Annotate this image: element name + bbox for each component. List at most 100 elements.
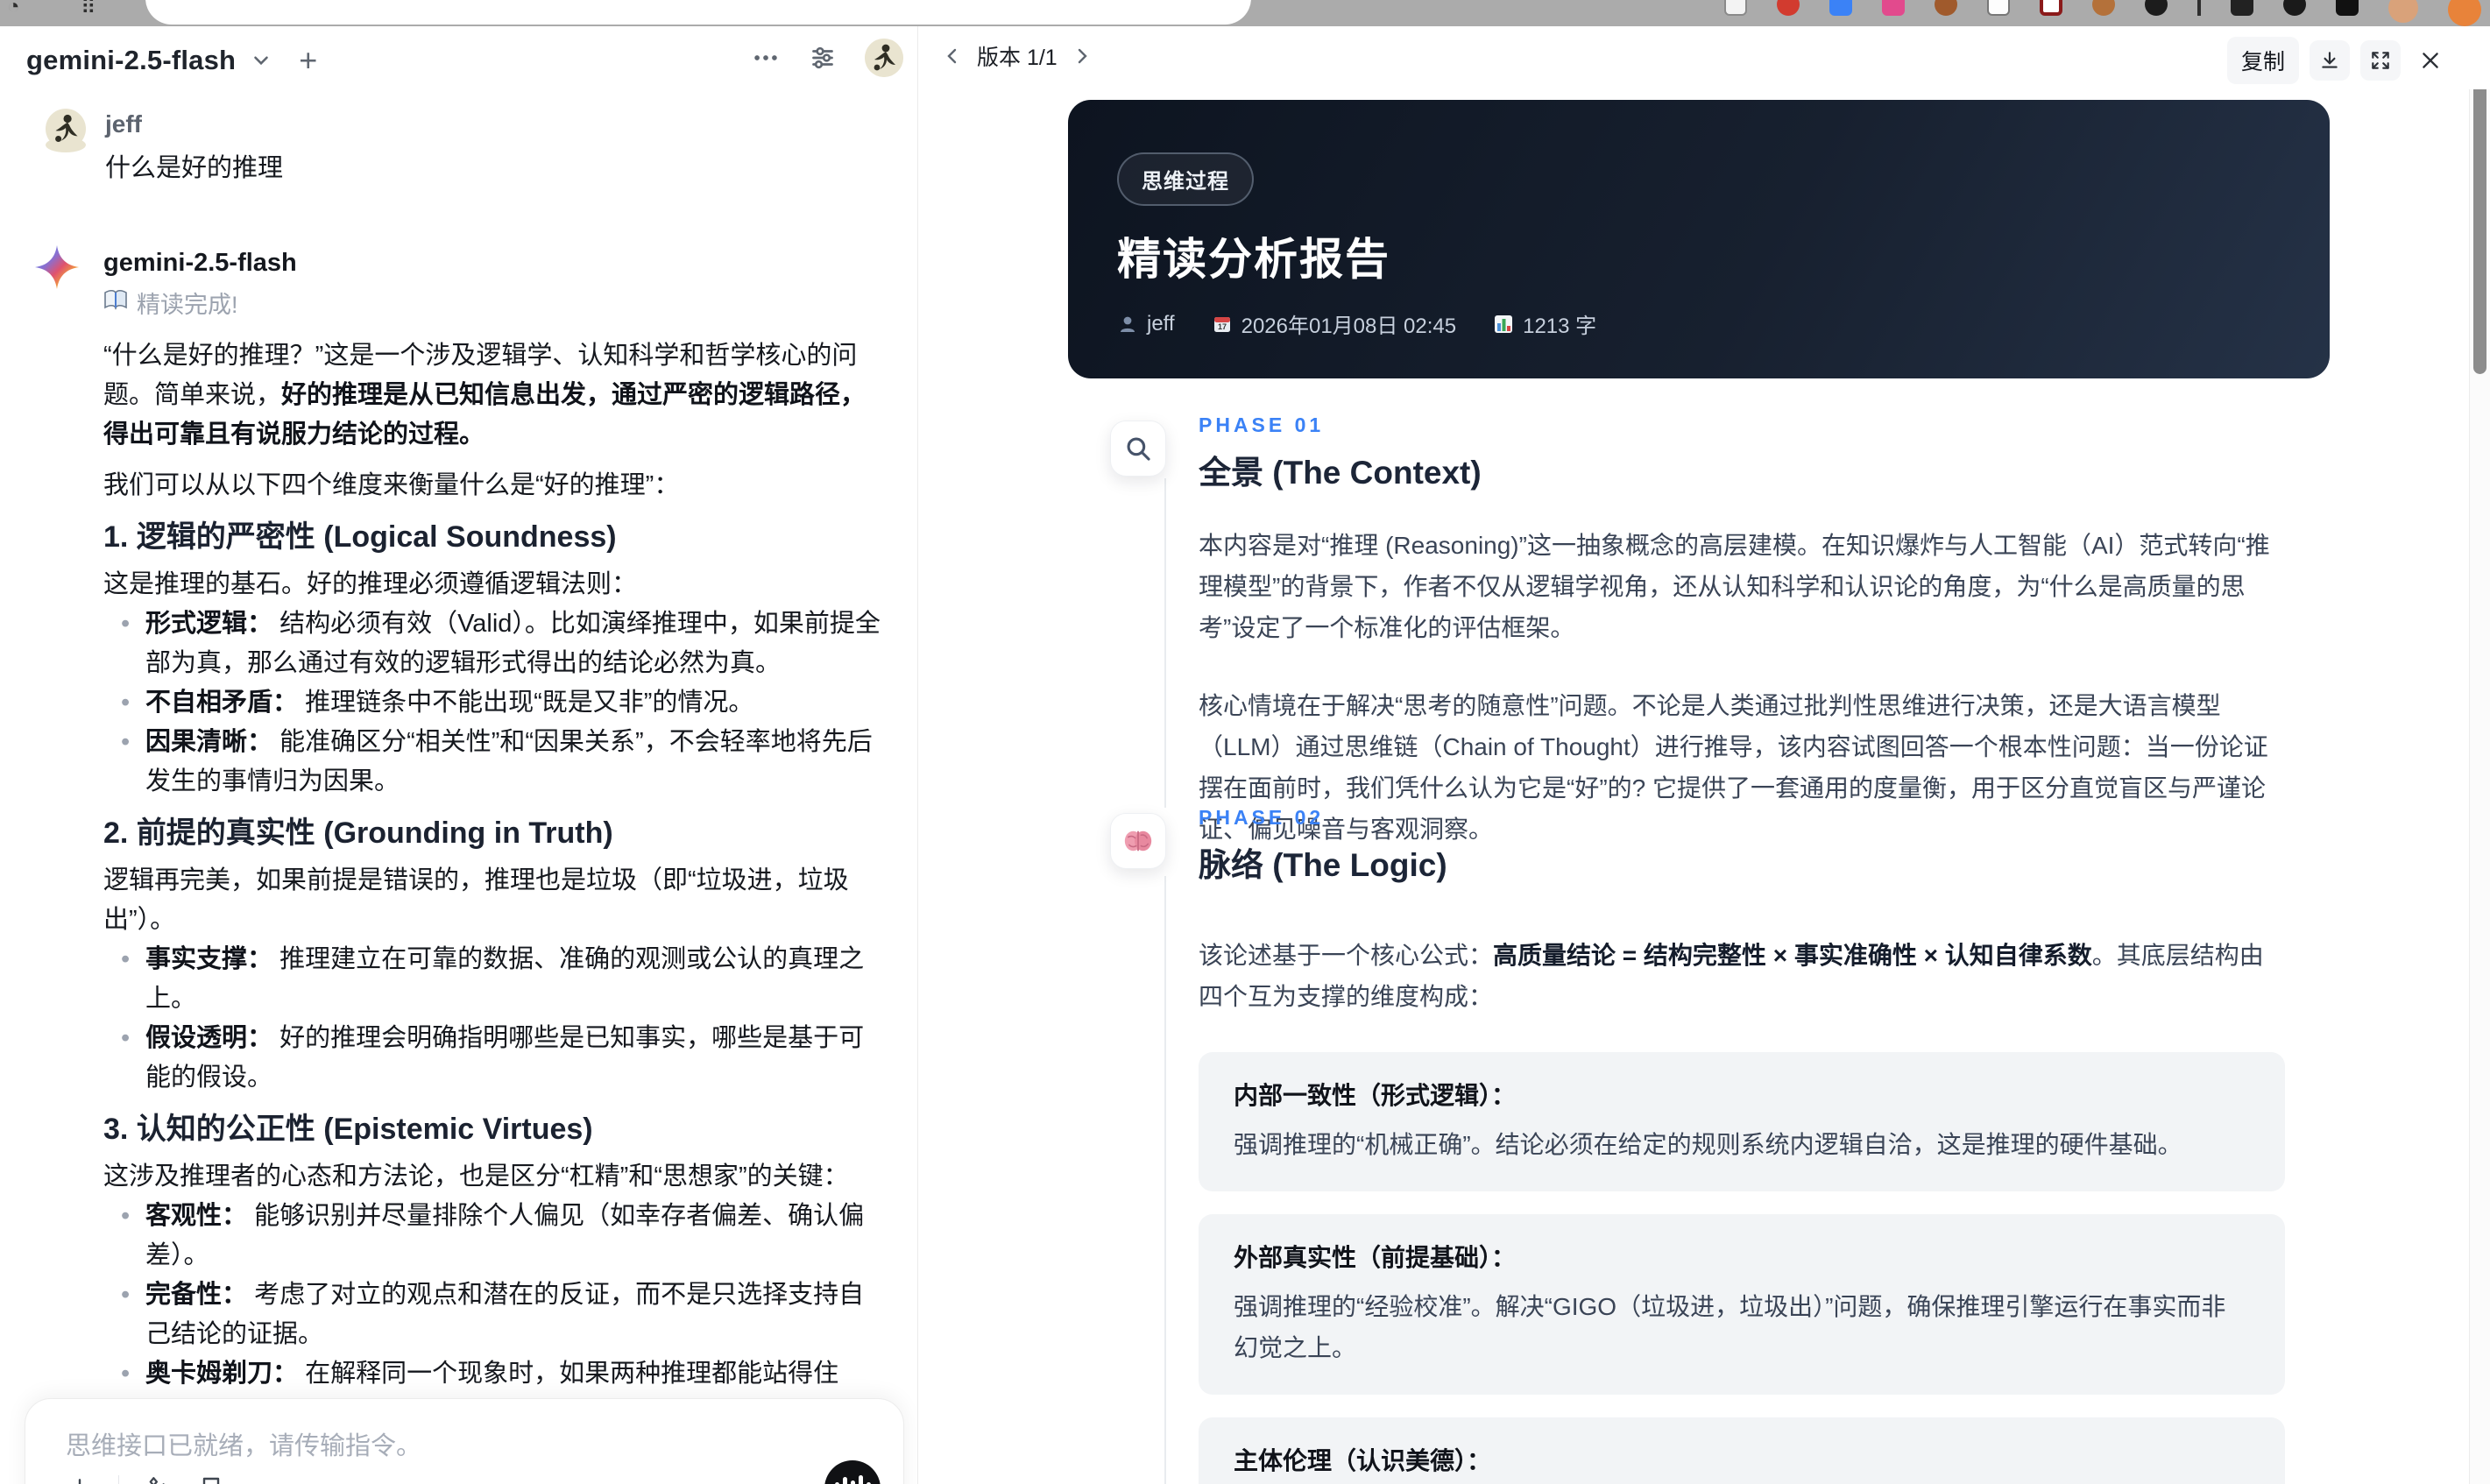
toolbar-divider <box>2197 0 2201 16</box>
report-meta: jeff 17 2026年01月08日 02:45 1213 字 <box>1117 308 1596 339</box>
extension-icon[interactable] <box>1777 0 1800 16</box>
version-next-icon[interactable] <box>1072 46 1093 67</box>
section-intro: 这是推理的基石。好的推理必须遵循逻辑法则： <box>103 570 638 598</box>
more-options-button[interactable] <box>751 43 781 73</box>
phase-paragraph-text: 该论述基于一个核心公式： <box>1199 942 1494 969</box>
user-avatar[interactable] <box>865 39 903 77</box>
scrollbar-track[interactable] <box>2469 67 2490 1484</box>
bookmark-icon[interactable] <box>198 1475 224 1484</box>
list-term: 形式逻辑： <box>145 610 273 638</box>
svg-text:17: 17 <box>1218 322 1227 331</box>
copy-button[interactable]: 复制 <box>2226 37 2299 84</box>
phase-paragraph-bold: 高质量结论 = 结构完整性 × 事实准确性 × 认知自律系数 <box>1493 942 2092 969</box>
settings-sliders-icon[interactable] <box>807 42 838 74</box>
list-item: 不自相矛盾： 推理链条中不能出现“既是又非”的情况。 <box>103 683 885 723</box>
list-item: 因果清晰： 能准确区分“相关性”和“因果关系”，不会轻率地将先后发生的事情归为因… <box>103 723 885 802</box>
dimension-card: 内部一致性（形式逻辑）： 强调推理的“机械正确”。结论必须在给定的规则系统内逻辑… <box>1199 1052 2285 1191</box>
section-intro: 逻辑再完美，如果前提是错误的，推理也是垃圾（即“垃圾进，垃圾出”）。 <box>103 866 849 934</box>
dimension-card-title: 外部真实性（前提基础）： <box>1234 1244 1517 1271</box>
browser-extensions-row <box>1724 0 2481 26</box>
paragraph: “什么是好的推理？”这是一个涉及逻辑学、认知科学和哲学核心的问题。简单来说，好的… <box>103 336 885 455</box>
composer-placeholder: 思维接口已就绪，请传输指令。 <box>66 1432 422 1460</box>
list-term: 奥卡姆剃刀： <box>145 1360 299 1388</box>
open-book-icon <box>103 289 128 316</box>
extension-icon[interactable] <box>1724 0 1747 16</box>
assistant-status: 精读完成! <box>103 286 238 320</box>
version-navigation: 版本 1/1 <box>942 40 1093 72</box>
phase-title: 全景 (The Context) <box>1199 455 1482 491</box>
dimension-card-title: 主体伦理（认识美德）： <box>1234 1447 1492 1474</box>
sparkle-diamonds-icon[interactable] <box>144 1474 173 1484</box>
fullscreen-expand-icon[interactable] <box>2360 40 2401 81</box>
user-name: jeff <box>105 110 142 138</box>
assistant-status-text: 精读完成! <box>137 292 238 318</box>
phase-paragraph: 该论述基于一个核心公式：高质量结论 = 结构完整性 × 事实准确性 × 认知自律… <box>1199 935 2285 1017</box>
report-date: 17 2026年01月08日 02:45 <box>1212 308 1456 339</box>
extension-icon[interactable] <box>1829 0 1852 16</box>
extension-icon[interactable] <box>1882 0 1905 16</box>
list-item: 假设透明： 好的推理会明确指明哪些是已知事实，哪些是基于可能的假设。 <box>103 1019 885 1098</box>
section-heading: 1. 逻辑的严密性 (Logical Soundness) <box>103 520 617 554</box>
calendar-icon: 17 <box>1213 316 1230 332</box>
paragraph: 我们可以从以下四个维度来衡量什么是“好的推理”： <box>103 471 680 499</box>
list-term: 不自相矛盾： <box>145 689 299 717</box>
browser-timer-icon[interactable]: ◔ <box>7 0 20 19</box>
list-item: 客观性： 能够识别并尽量排除个人偏见（如幸存者偏差、确认偏差）。 <box>103 1197 885 1276</box>
voice-input-button[interactable] <box>824 1460 881 1484</box>
extension-icon[interactable] <box>2040 0 2062 16</box>
browser-grid-icon[interactable]: ⠿ <box>81 0 96 20</box>
extension-icon[interactable] <box>2336 0 2359 16</box>
extension-icon[interactable] <box>2283 0 2306 16</box>
bar-chart-icon <box>1495 314 1513 333</box>
gemini-star-icon <box>35 245 79 293</box>
browser-toolbar: ◔ ⠿ <box>0 0 2490 26</box>
ink-figure-avatar-image <box>865 39 903 77</box>
version-label: 版本 1/1 <box>977 46 1058 70</box>
report-title: 精读分析报告 <box>1117 235 1390 284</box>
phase-2-icon-card <box>1110 813 1166 869</box>
list-term: 因果清晰： <box>145 728 273 756</box>
list-desc: 考虑了对立的观点和潜在的反证，而不是只选择支持自己结论的证据。 <box>145 1281 865 1348</box>
section-intro: 这涉及推理者的心态和方法论，也是区分“杠精”和“思想家”的关键： <box>103 1162 849 1191</box>
close-icon[interactable] <box>2411 41 2450 80</box>
list-item: 完备性： 考虑了对立的观点和潜在的反证，而不是只选择支持自己结论的证据。 <box>103 1276 885 1354</box>
extension-icon[interactable] <box>1987 0 2010 16</box>
message-composer[interactable]: 思维接口已就绪，请传输指令。 <box>25 1398 904 1484</box>
report-type-badge: 思维过程 <box>1117 152 1254 206</box>
section-heading: 3. 认知的公正性 (Epistemic Virtues) <box>103 1113 593 1146</box>
chevron-down-icon[interactable] <box>250 49 272 72</box>
extension-icon[interactable] <box>2448 0 2481 26</box>
phase-label: PHASE 01 <box>1199 413 1325 436</box>
report-panel: 版本 1/1 复制 思维过程 精读分析报告 jeff 17 2026年01月08… <box>919 26 2490 1484</box>
chat-panel: gemini-2.5-flash + jeff 什么是好的推理 gemini-2… <box>0 26 918 1484</box>
list-desc: 推理链条中不能出现“既是又非”的情况。 <box>298 689 754 717</box>
browser-profile-avatar[interactable] <box>2388 0 2418 23</box>
extension-icon[interactable] <box>2231 0 2253 16</box>
toolbar-divider <box>118 1475 119 1484</box>
dimension-card: 主体伦理（认识美德）： 转向推理者的心理特征。引入奥卡姆剃刀和反向论证，旨在克服… <box>1199 1417 2285 1484</box>
magnifier-icon <box>1127 437 1150 461</box>
list-term: 事实支撑： <box>145 945 273 973</box>
bullet-list: 事实支撑： 推理建立在可靠的数据、准确的观测或公认的真理之上。 假设透明： 好的… <box>103 940 885 1098</box>
chat-model-title[interactable]: gemini-2.5-flash <box>26 45 236 76</box>
report-header: 版本 1/1 复制 <box>919 26 2490 89</box>
phase-label: PHASE 02 <box>1199 806 1325 829</box>
section-heading: 2. 前提的真实性 (Grounding in Truth) <box>103 816 613 850</box>
phase-timeline-line <box>1164 478 1166 808</box>
browser-url-bar[interactable] <box>145 0 1251 25</box>
chat-header: gemini-2.5-flash + <box>0 26 917 88</box>
extension-icon[interactable] <box>2092 0 2115 16</box>
app-window: ◔ ⠿ gemini-2.5-flash + jeff 什么是好的推理 gemi… <box>0 0 2490 1484</box>
extension-icon[interactable] <box>1935 0 1957 16</box>
version-prev-icon[interactable] <box>942 46 963 67</box>
phase-title: 脉络 (The Logic) <box>1199 847 1447 883</box>
scrollbar-thumb[interactable] <box>2473 80 2486 374</box>
list-item: 形式逻辑： 结构必须有效（Valid）。比如演绎推理中，如果前提全部为真，那么通… <box>103 604 885 683</box>
bullet-list: 形式逻辑： 结构必须有效（Valid）。比如演绎推理中，如果前提全部为真，那么通… <box>103 604 885 802</box>
user-message-text: 什么是好的推理 <box>105 154 284 182</box>
new-chat-button[interactable]: + <box>299 42 317 79</box>
attach-plus-button[interactable] <box>66 1475 94 1484</box>
extension-icon[interactable] <box>2145 0 2168 16</box>
report-hero-card: 思维过程 精读分析报告 jeff 17 2026年01月08日 02:45 12… <box>1068 100 2330 378</box>
download-icon[interactable] <box>2310 40 2350 81</box>
